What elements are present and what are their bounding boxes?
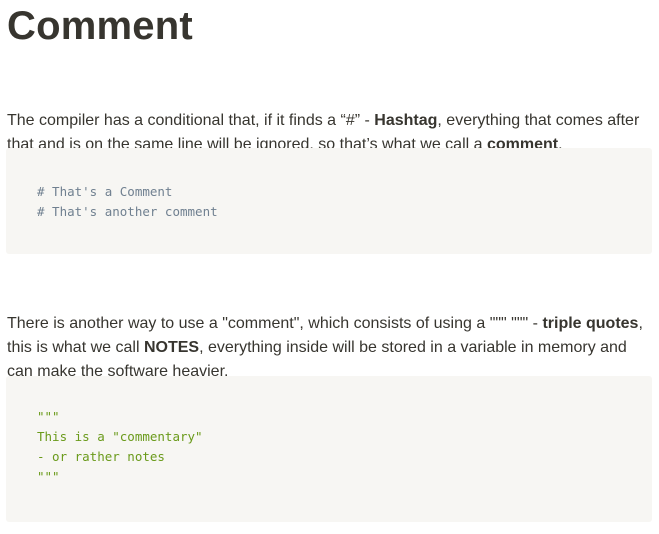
code-line: This is a "commentary" [37, 429, 203, 444]
hashtag-term: Hashtag [374, 112, 438, 129]
page-title: Comment [7, 4, 193, 48]
code-block-notes[interactable]: """ This is a "commentary" - or rather not… [6, 376, 652, 522]
code-lines: """ This is a "commentary" - or rather not… [37, 407, 203, 487]
paragraph-text: There is another way to use a "comment",… [7, 315, 543, 332]
code-line: # That's another comment [37, 204, 218, 219]
code-block-comments[interactable]: # That's a Comment # That's another comme… [6, 148, 652, 254]
code-line: # That's a Comment [37, 184, 173, 199]
code-lines: # That's a Comment # That's another comme… [37, 182, 218, 222]
notes-term: NOTES [143, 339, 200, 356]
triple-quotes-term: triple quotes [542, 315, 639, 332]
code-line: """ [37, 469, 60, 484]
paragraph-text: The compiler has a conditional that, if … [7, 112, 375, 129]
notes-paragraph: There is another way to use a "comment",… [7, 312, 653, 384]
code-line: - or rather notes [37, 449, 165, 464]
code-line: """ [37, 409, 60, 424]
